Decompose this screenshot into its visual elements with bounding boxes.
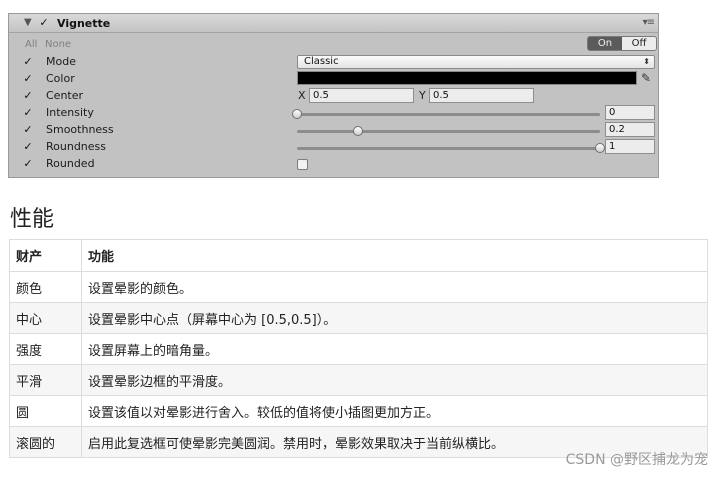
rounded-override-checkbox-icon[interactable]: ✓: [22, 158, 34, 170]
table-row: 颜色 设置晕影的颜色。: [9, 271, 708, 303]
smoothness-field[interactable]: 0.2: [605, 122, 655, 137]
table-row: 平滑 设置晕影边框的平滑度。: [9, 364, 708, 396]
roundness-field[interactable]: 1: [605, 139, 655, 154]
mode-value: Classic: [304, 56, 339, 67]
table-cell-function: 设置该值以对晕影进行舍入。较低的值将使小插图更加方正。: [81, 395, 708, 427]
all-button[interactable]: All: [25, 39, 37, 50]
roundness-slider-track[interactable]: [297, 147, 600, 150]
center-override-checkbox-icon[interactable]: ✓: [22, 90, 34, 102]
vignette-inspector-panel: ▼ ✓ Vignette ▾≡ All None On Off ✓ Mode C…: [8, 13, 659, 178]
table-header-function: 功能: [81, 239, 708, 272]
color-swatch[interactable]: [297, 71, 637, 85]
none-button[interactable]: None: [45, 39, 71, 50]
section-title: 性能: [10, 207, 55, 232]
smoothness-label: Smoothness: [46, 123, 114, 136]
foldout-arrow-icon[interactable]: ▼: [24, 17, 32, 28]
toggle-on[interactable]: On: [588, 37, 622, 50]
table-cell-property: 中心: [9, 302, 82, 334]
color-override-checkbox-icon[interactable]: ✓: [22, 73, 34, 85]
roundness-slider-thumb[interactable]: [595, 143, 605, 153]
mode-dropdown[interactable]: Classic ⬍: [297, 55, 655, 69]
mode-override-checkbox-icon[interactable]: ✓: [22, 56, 34, 68]
table-row: 强度 设置屏幕上的暗角量。: [9, 333, 708, 365]
roundness-label: Roundness: [46, 140, 107, 153]
table-row: 圆 设置该值以对晕影进行舍入。较低的值将使小插图更加方正。: [9, 395, 708, 427]
center-y-field[interactable]: 0.5: [429, 88, 534, 103]
table-cell-property: 滚圆的: [9, 426, 82, 458]
roundness-override-checkbox-icon[interactable]: ✓: [22, 141, 34, 153]
table-cell-function: 设置晕影边框的平滑度。: [81, 364, 708, 396]
menu-icon[interactable]: ▾≡: [643, 17, 655, 28]
intensity-field[interactable]: 0: [605, 105, 655, 120]
watermark: CSDN @野区捕龙为宠: [565, 452, 708, 468]
rounded-label: Rounded: [46, 157, 95, 170]
smoothness-override-checkbox-icon[interactable]: ✓: [22, 124, 34, 136]
toggle-off[interactable]: Off: [622, 37, 656, 50]
component-header[interactable]: ▼ ✓ Vignette ▾≡: [9, 14, 658, 33]
table-header-property: 财产: [9, 239, 82, 272]
table-cell-function: 设置晕影的颜色。: [81, 271, 708, 303]
component-enabled-checkbox-icon[interactable]: ✓: [38, 17, 50, 29]
table-row: 中心 设置晕影中心点（屏幕中心为 [0.5,0.5]）。: [9, 302, 708, 334]
smoothness-slider-thumb[interactable]: [352, 126, 363, 136]
component-title: Vignette: [57, 17, 111, 30]
properties-table: 财产 功能 颜色 设置晕影的颜色。 中心 设置晕影中心点（屏幕中心为 [0.5,…: [9, 239, 708, 458]
table-cell-property: 圆: [9, 395, 82, 427]
on-off-toggle[interactable]: On Off: [587, 36, 657, 51]
table-header-row: 财产 功能: [9, 239, 708, 272]
intensity-slider-track[interactable]: [297, 113, 600, 116]
dropdown-arrows-icon: ⬍: [643, 57, 650, 66]
table-cell-property: 强度: [9, 333, 82, 365]
table-cell-property: 颜色: [9, 271, 82, 303]
center-x-field[interactable]: 0.5: [309, 88, 414, 103]
intensity-label: Intensity: [46, 106, 94, 119]
intensity-slider-thumb[interactable]: [292, 109, 302, 119]
rounded-checkbox[interactable]: [297, 159, 308, 170]
mode-label: Mode: [46, 55, 76, 68]
center-label: Center: [46, 89, 84, 102]
center-y-label: Y: [419, 89, 426, 102]
table-cell-function: 设置屏幕上的暗角量。: [81, 333, 708, 365]
table-cell-function: 设置晕影中心点（屏幕中心为 [0.5,0.5]）。: [81, 302, 708, 334]
table-cell-property: 平滑: [9, 364, 82, 396]
intensity-override-checkbox-icon[interactable]: ✓: [22, 107, 34, 119]
color-label: Color: [46, 72, 75, 85]
center-x-label: X: [298, 89, 306, 102]
eyedropper-icon[interactable]: ✎: [641, 71, 651, 85]
smoothness-slider-track[interactable]: [297, 130, 600, 133]
